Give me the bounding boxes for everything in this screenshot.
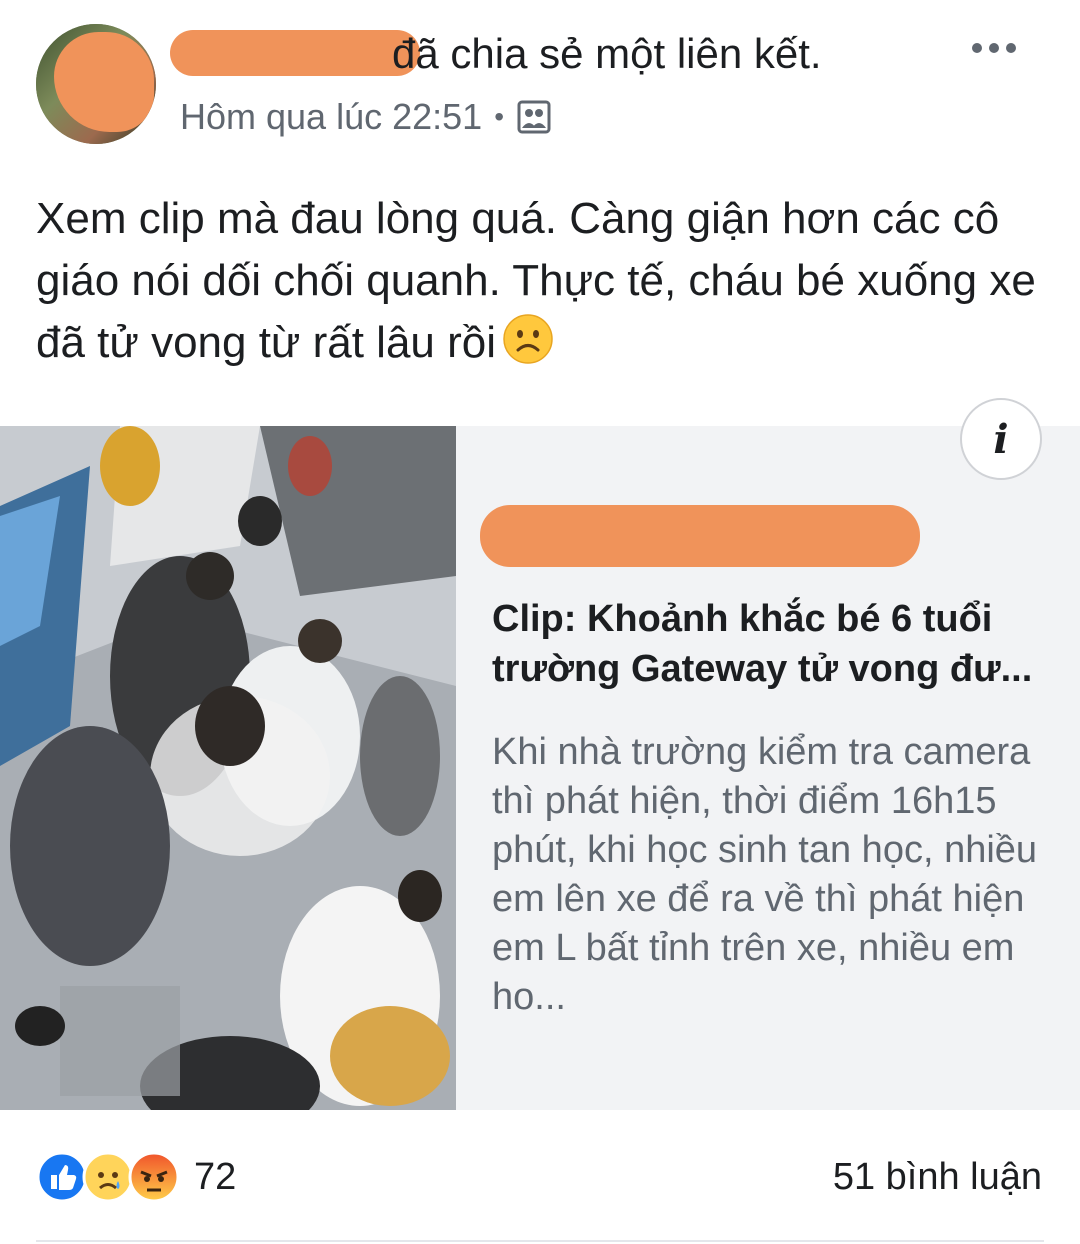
link-description: Khi nhà trường kiểm tra camera thì phát … <box>492 731 1038 1018</box>
thumbnail-image <box>0 426 456 1110</box>
footer-divider <box>36 1240 1044 1242</box>
frowning-face-emoji <box>503 314 553 364</box>
more-options-icon[interactable] <box>972 38 1028 58</box>
reactions-summary[interactable]: 72 <box>36 1150 236 1204</box>
post-meta: Hôm qua lúc 22:51 • <box>180 94 552 140</box>
info-icon[interactable]: i <box>960 398 1042 480</box>
reaction-count: 72 <box>194 1155 237 1198</box>
angry-icon <box>128 1151 180 1203</box>
sad-icon <box>82 1151 134 1203</box>
like-icon <box>36 1151 88 1203</box>
friends-group-icon[interactable] <box>516 99 552 135</box>
comments-count[interactable]: 51 bình luận <box>833 1150 1042 1204</box>
author-name-redacted[interactable] <box>170 30 420 76</box>
post-timestamp[interactable]: Hôm qua lúc 22:51 <box>180 96 482 138</box>
meta-separator: • <box>494 101 504 132</box>
link-title[interactable]: Clip: Khoảnh khắc bé 6 tuổi trường Gatew… <box>492 594 1052 694</box>
post-action-text: đã chia sẻ một liên kết. <box>392 30 822 77</box>
post-body: Xem clip mà đau lòng quá. Càng giận hơn … <box>36 188 1046 374</box>
link-thumbnail[interactable] <box>0 426 456 1110</box>
avatar[interactable] <box>36 24 156 144</box>
link-source-redacted <box>480 505 920 567</box>
